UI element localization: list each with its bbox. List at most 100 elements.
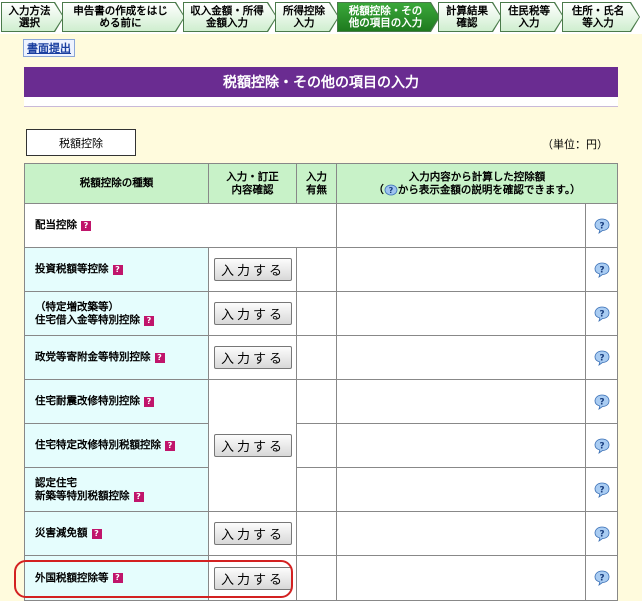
step-resident-tax[interactable]: 住民税等 入力 <box>500 2 564 32</box>
help-bubble-icon[interactable]: ? <box>593 437 611 455</box>
question-badge-icon[interactable]: ? <box>144 396 154 407</box>
enter-button[interactable]: 入力する <box>214 302 292 325</box>
svg-text:?: ? <box>389 186 394 195</box>
header-amount: 入力内容から計算した控除額 （? から表示金額の説明を確認できます。） <box>336 163 618 204</box>
question-badge-icon[interactable]: ? <box>91 528 102 539</box>
row-label: （特定増改築等） 住宅借入金等特別控除 <box>35 300 140 326</box>
row-dividend-credit: 配当控除? <box>24 203 337 248</box>
amount-cell <box>336 203 586 248</box>
help-bubble-icon[interactable]: ? <box>593 569 611 587</box>
help-cell: ? <box>585 511 618 556</box>
step-result-check[interactable]: 計算結果 確認 <box>438 2 502 32</box>
help-cell: ? <box>585 423 618 468</box>
step-tax-credit-input[interactable]: 税額控除・その 他の項目の入力 <box>337 2 440 32</box>
row-housing-loan-credit: （特定増改築等） 住宅借入金等特別控除? <box>24 291 209 336</box>
amount-cell <box>336 467 586 512</box>
step-deduction-input[interactable]: 所得控除 入力 <box>275 2 339 32</box>
presence-cell <box>296 379 337 424</box>
presence-cell <box>296 247 337 292</box>
help-bubble-icon[interactable]: ? <box>593 217 611 235</box>
help-bubble-icon[interactable]: ? <box>593 349 611 367</box>
svg-text:?: ? <box>599 441 604 451</box>
svg-text:?: ? <box>599 221 604 231</box>
question-badge-icon[interactable]: ? <box>112 264 123 275</box>
question-badge-icon[interactable]: ? <box>154 352 165 363</box>
svg-text:?: ? <box>599 309 604 319</box>
help-cell: ? <box>585 247 618 292</box>
step-label: 住所・氏名 等入力 <box>571 5 625 29</box>
step-label: 収入金額・所得 金額入力 <box>190 5 264 29</box>
tax-credit-table: 税額控除の種類 入力・訂正 内容確認 入力 有無 入力内容から計算した控除額 （… <box>24 163 618 601</box>
entry-cell: 入力する <box>208 511 297 556</box>
step-label: 申告書の作成をはじ める前に <box>73 5 168 29</box>
step-before-start[interactable]: 申告書の作成をはじ める前に <box>62 2 185 32</box>
highlight-annotation <box>14 560 293 598</box>
amount-cell <box>336 423 586 468</box>
row-label: 災害減免額 <box>35 527 88 539</box>
step-label: 税額控除・その 他の項目の入力 <box>348 5 423 29</box>
help-cell: ? <box>585 291 618 336</box>
help-cell: ? <box>585 379 618 424</box>
svg-text:?: ? <box>599 485 604 495</box>
question-badge-icon[interactable]: ? <box>133 492 144 502</box>
entry-cell-merged: 入力する <box>208 379 297 512</box>
question-badge-icon[interactable]: ? <box>81 220 91 231</box>
title-divider <box>24 97 618 107</box>
svg-text:?: ? <box>599 574 604 584</box>
help-cell: ? <box>585 203 618 248</box>
header-presence: 入力 有無 <box>296 163 337 204</box>
amount-cell <box>336 379 586 424</box>
presence-cell <box>296 511 337 556</box>
help-cell: ? <box>585 467 618 512</box>
help-bubble-icon[interactable]: ? <box>593 481 611 499</box>
entry-cell: 入力する <box>208 335 297 380</box>
entry-cell: 入力する <box>208 247 297 292</box>
row-label: 住宅特定改修特別税額控除 <box>35 439 161 451</box>
presence-cell <box>296 291 337 336</box>
row-political-donation-credit: 政党等寄附金等特別控除? <box>24 335 209 380</box>
question-badge-icon[interactable]: ? <box>144 316 154 326</box>
presence-cell <box>296 423 337 468</box>
header-amount-title: 入力内容から計算した控除額 <box>408 170 546 183</box>
step-label: 所得控除 入力 <box>283 5 325 29</box>
row-label: 政党等寄附金等特別控除 <box>35 351 151 363</box>
enter-button[interactable]: 入力する <box>214 434 292 457</box>
step-income-input[interactable]: 収入金額・所得 金額入力 <box>183 2 277 32</box>
step-label: 住民税等 入力 <box>508 5 550 29</box>
help-cell: ? <box>585 335 618 380</box>
entry-cell: 入力する <box>208 291 297 336</box>
help-bubble-icon: ? <box>384 184 398 195</box>
row-investment-credit: 投資税額等控除? <box>24 247 209 292</box>
enter-button[interactable]: 入力する <box>214 346 292 369</box>
help-bubble-icon[interactable]: ? <box>593 305 611 323</box>
step-input-method[interactable]: 入力方法 選択 <box>1 2 64 32</box>
document-submit-link[interactable]: 書面提出 <box>23 39 75 57</box>
presence-cell <box>296 335 337 380</box>
help-cell: ? <box>585 555 618 601</box>
help-bubble-icon[interactable]: ? <box>593 525 611 543</box>
row-disaster-reduction: 災害減免額? <box>24 511 209 556</box>
unit-label: （単位：円） <box>542 138 608 151</box>
tax-credit-section-tab[interactable]: 税額控除 <box>26 129 136 156</box>
svg-text:?: ? <box>599 265 604 275</box>
enter-button[interactable]: 入力する <box>214 258 292 281</box>
step-address-name[interactable]: 住所・氏名 等入力 <box>562 2 640 32</box>
amount-cell <box>336 335 586 380</box>
row-seismic-renovation-credit: 住宅耐震改修特別控除? <box>24 379 209 424</box>
help-bubble-icon[interactable]: ? <box>593 261 611 279</box>
enter-button[interactable]: 入力する <box>214 522 292 545</box>
header-amount-open: （ <box>373 183 384 196</box>
step-label: 計算結果 確認 <box>446 5 488 29</box>
row-label: 認定住宅 新築等特別税額控除 <box>35 476 130 502</box>
page-title: 税額控除・その他の項目の入力 <box>24 67 618 97</box>
amount-cell <box>336 511 586 556</box>
header-entry: 入力・訂正 内容確認 <box>208 163 297 204</box>
help-bubble-icon[interactable]: ? <box>593 393 611 411</box>
amount-cell <box>336 247 586 292</box>
svg-text:?: ? <box>599 353 604 363</box>
presence-cell <box>296 467 337 512</box>
svg-text:?: ? <box>599 529 604 539</box>
amount-cell <box>336 291 586 336</box>
step-navigation: 入力方法 選択 申告書の作成をはじ める前に 収入金額・所得 金額入力 所得控除… <box>0 0 642 34</box>
question-badge-icon[interactable]: ? <box>165 440 175 451</box>
